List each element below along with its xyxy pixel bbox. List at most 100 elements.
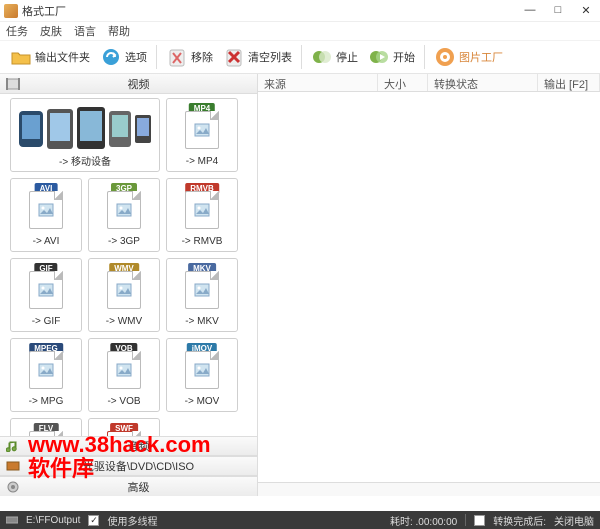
- col-source[interactable]: 来源: [258, 74, 378, 91]
- format-label: -> RMVB: [182, 236, 223, 247]
- col-status[interactable]: 转换状态: [428, 74, 538, 91]
- column-headers: 来源 大小 转换状态 输出 [F2]: [258, 74, 600, 92]
- format-label: -> AVI: [33, 236, 60, 247]
- format-card-rmvb[interactable]: RMVB-> RMVB: [166, 178, 238, 252]
- task-list[interactable]: [258, 92, 600, 482]
- category-audio-header[interactable]: 音频: [0, 436, 257, 456]
- format-thumb: [169, 343, 235, 396]
- format-thumb: [13, 183, 79, 236]
- format-card-gif[interactable]: GIF-> GIF: [10, 258, 82, 332]
- clear-label: 清空列表: [248, 49, 292, 65]
- format-card-swf[interactable]: SWF-> SWF: [88, 418, 160, 436]
- format-thumb: [91, 263, 157, 316]
- toolbar-separator: [424, 45, 425, 69]
- format-thumb: [91, 343, 157, 396]
- format-card-3gp[interactable]: 3GP-> 3GP: [88, 178, 160, 252]
- format-label: -> MOV: [185, 396, 220, 407]
- menu-bar: 任务 皮肤 语言 帮助: [0, 22, 600, 40]
- category-disc-label: 光驱设备\DVD\CD\ISO: [26, 458, 251, 474]
- status-separator: [465, 514, 466, 526]
- format-label: -> MP4: [186, 156, 219, 167]
- format-label: -> MKV: [185, 316, 219, 327]
- category-video-label: 视频: [26, 76, 251, 92]
- window-title: 格式工厂: [22, 3, 66, 19]
- format-card-avi[interactable]: AVI-> AVI: [10, 178, 82, 252]
- menu-language[interactable]: 语言: [74, 23, 96, 39]
- remove-label: 移除: [191, 49, 213, 65]
- format-card-imov[interactable]: iMOV-> MOV: [166, 338, 238, 412]
- stop-icon: [311, 46, 333, 68]
- start-label: 开始: [393, 49, 415, 65]
- format-card-mobile[interactable]: -> 移动设备: [10, 98, 160, 172]
- stop-button[interactable]: 停止: [307, 44, 362, 70]
- content-area: 视频 -> 移动设备 MP4-> MP4 AVI-> AVI3GP-> 3GPRMV…: [0, 74, 600, 496]
- category-video-header[interactable]: 视频: [0, 74, 257, 94]
- format-thumb: [169, 263, 235, 316]
- format-thumb: [91, 183, 157, 236]
- video-items-grid: -> 移动设备 MP4-> MP4 AVI-> AVI3GP-> 3GPRMVB->…: [0, 94, 257, 436]
- category-disc-header[interactable]: 光驱设备\DVD\CD\ISO: [0, 456, 257, 476]
- picture-factory-button[interactable]: 图片工厂: [430, 44, 507, 70]
- format-card-mpeg[interactable]: MPEG-> MPG: [10, 338, 82, 412]
- toolbar-separator: [301, 45, 302, 69]
- format-thumb: [13, 103, 157, 153]
- format-label: -> WMV: [106, 316, 142, 327]
- format-label: -> VOB: [107, 396, 140, 407]
- remove-button[interactable]: 移除: [162, 44, 217, 70]
- format-thumb: [13, 343, 79, 396]
- format-card-wmv[interactable]: WMV-> WMV: [88, 258, 160, 332]
- format-label: -> 移动设备: [59, 153, 111, 167]
- log-area: [258, 482, 600, 496]
- format-thumb: [169, 103, 235, 156]
- options-button[interactable]: 选项: [96, 44, 151, 70]
- menu-help[interactable]: 帮助: [108, 23, 130, 39]
- multithread-checkbox[interactable]: ✓: [88, 515, 99, 526]
- remove-icon: [166, 46, 188, 68]
- app-icon: [4, 4, 18, 18]
- after-label: 转换完成后:: [493, 513, 546, 528]
- folder-icon: [10, 46, 32, 68]
- clear-button[interactable]: 清空列表: [219, 44, 296, 70]
- format-thumb: [169, 183, 235, 236]
- picture-factory-label: 图片工厂: [459, 49, 503, 65]
- task-list-pane: 来源 大小 转换状态 输出 [F2]: [258, 74, 600, 496]
- format-card-vob[interactable]: VOB-> VOB: [88, 338, 160, 412]
- category-pane: 视频 -> 移动设备 MP4-> MP4 AVI-> AVI3GP-> 3GPRMV…: [0, 74, 258, 496]
- col-size[interactable]: 大小: [378, 74, 428, 91]
- start-icon: [368, 46, 390, 68]
- maximize-button[interactable]: □: [548, 4, 568, 17]
- options-label: 选项: [125, 49, 147, 65]
- format-label: -> 3GP: [108, 236, 140, 247]
- col-output[interactable]: 输出 [F2]: [538, 74, 600, 91]
- close-button[interactable]: ✕: [576, 4, 596, 17]
- category-audio-label: 音频: [26, 438, 251, 454]
- clear-icon: [223, 46, 245, 68]
- menu-task[interactable]: 任务: [6, 23, 28, 39]
- format-card-flv[interactable]: FLV-> FLV: [10, 418, 82, 436]
- format-thumb: [13, 263, 79, 316]
- status-bar: E:\FFOutput ✓ 使用多线程 耗时: .00:00:00 转换完成后:…: [0, 511, 600, 529]
- advanced-icon: [6, 481, 20, 493]
- start-button[interactable]: 开始: [364, 44, 419, 70]
- format-card-mkv[interactable]: MKV-> MKV: [166, 258, 238, 332]
- title-bar: 格式工厂 — □ ✕: [0, 0, 600, 22]
- category-advanced-header[interactable]: 高级: [0, 476, 257, 496]
- category-advanced-label: 高级: [26, 479, 251, 495]
- menu-skin[interactable]: 皮肤: [40, 23, 62, 39]
- disc-icon: [6, 460, 20, 472]
- after-action-checkbox[interactable]: [474, 515, 485, 526]
- minimize-button[interactable]: —: [520, 4, 540, 17]
- output-path[interactable]: E:\FFOutput: [26, 515, 80, 526]
- output-folder-button[interactable]: 输出文件夹: [6, 44, 94, 70]
- toolbar-separator: [156, 45, 157, 69]
- format-label: -> GIF: [32, 316, 61, 327]
- picture-factory-icon: [434, 46, 456, 68]
- video-icon: [6, 78, 20, 90]
- stop-label: 停止: [336, 49, 358, 65]
- after-action[interactable]: 关闭电脑: [554, 513, 594, 528]
- elapsed-label: 耗时: .00:00:00: [390, 513, 457, 528]
- output-folder-label: 输出文件夹: [35, 49, 90, 65]
- multithread-label: 使用多线程: [107, 513, 157, 528]
- drive-icon: [6, 515, 18, 525]
- format-card-mp4[interactable]: MP4-> MP4: [166, 98, 238, 172]
